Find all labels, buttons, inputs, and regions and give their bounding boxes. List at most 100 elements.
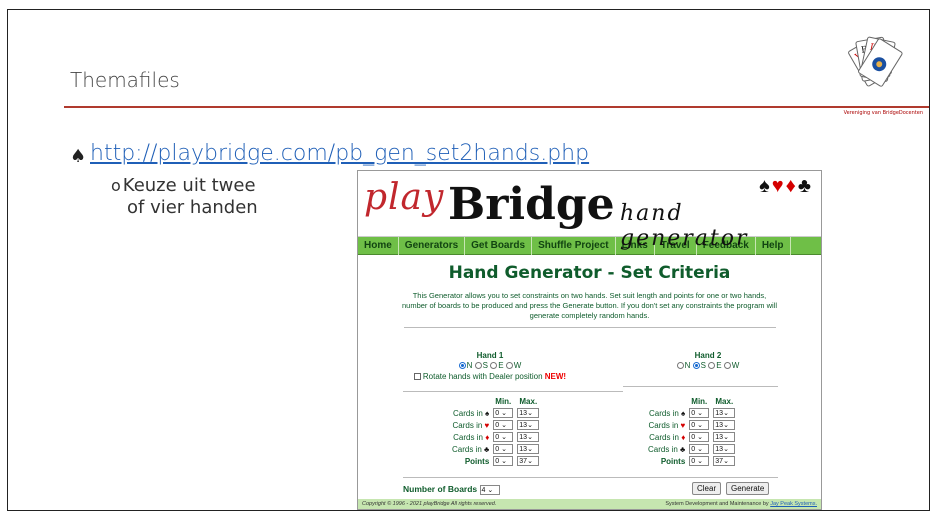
slide: Themafiles V B D Vereniging van BridgeDo… <box>7 9 930 511</box>
rotate-option: Rotate hands with Dealer position NEW! <box>410 372 570 381</box>
select-value: 0 <box>495 458 500 465</box>
hand1-label-s: S <box>482 361 488 370</box>
maintenance-text: System Development and Maintenance by Ja… <box>665 499 817 509</box>
heart-icon: ♥ <box>680 420 686 430</box>
hand2-club-max-select[interactable]: 13⌄ <box>713 444 736 454</box>
hand1-radio-n[interactable] <box>458 362 466 370</box>
select-value: 0 <box>495 410 500 417</box>
hand2-radio-e[interactable] <box>708 362 716 370</box>
hand2-radio-n[interactable] <box>676 362 684 370</box>
select-value: 13 <box>519 422 528 429</box>
playbridge-screenshot: play Bridge hand generator ♠♥♦♣ Home Gen… <box>357 170 822 510</box>
nav-home[interactable]: Home <box>358 236 399 255</box>
generator-intro: This Generator allows you to set constra… <box>402 291 777 320</box>
divider <box>403 327 776 328</box>
min-header: Min. <box>495 396 512 406</box>
heart-icon: ♥ <box>771 175 786 197</box>
hand2-heart-max-select[interactable]: 13⌄ <box>713 420 736 430</box>
clear-button[interactable]: Clear <box>692 482 722 495</box>
select-value: 37 <box>519 458 528 465</box>
hand2-radio-s[interactable] <box>692 362 700 370</box>
select-value: 0 <box>495 446 500 453</box>
hand2-points-max-select[interactable]: 37⌄ <box>713 456 736 466</box>
hand1-label-n: N <box>466 361 473 370</box>
hand1-diamond-min-select[interactable]: 0 ⌄ <box>493 432 514 442</box>
select-value: 4 <box>481 487 486 494</box>
heart-icon: ♥ <box>484 420 490 430</box>
hand2-heart-min-select[interactable]: 0 ⌄ <box>689 420 710 430</box>
boards-select[interactable]: 4 ⌄ <box>479 485 500 495</box>
generator-heading: Hand Generator - Set Criteria <box>448 263 731 283</box>
hand1-radio-s[interactable] <box>474 362 482 370</box>
hand1-club-max-select[interactable]: 13⌄ <box>517 444 540 454</box>
playbridge-header: play Bridge hand generator ♠♥♦♣ <box>358 171 821 251</box>
select-value: 0 <box>495 434 500 441</box>
hand2-label-n: N <box>684 361 691 370</box>
club-icon: ♣ <box>680 444 686 454</box>
boards-label: Number of Boards <box>403 484 478 494</box>
hand2-points-min-select[interactable]: 0 ⌄ <box>689 456 710 466</box>
hand2-label-s: S <box>700 361 706 370</box>
select-value: 0 <box>691 434 696 441</box>
select-value: 13 <box>519 410 528 417</box>
cards-label: Cards in <box>453 432 483 442</box>
select-value: 13 <box>519 434 528 441</box>
nav-get-boards[interactable]: Get Boards <box>465 236 533 255</box>
select-value: 0 <box>691 458 696 465</box>
hand2-radio-w[interactable] <box>723 362 731 370</box>
cards-label: Cards in <box>453 408 483 418</box>
hand1-title: Hand 1 <box>476 351 504 360</box>
spade-bullet-icon: ♠ <box>70 146 87 167</box>
hand2-divider <box>623 386 778 387</box>
hand1-radio-e[interactable] <box>490 362 498 370</box>
nav-shuffle-project[interactable]: Shuffle Project <box>532 236 616 255</box>
hand2-panel: Hand 2 N S E W <box>648 351 768 370</box>
hand2-diamond-min-select[interactable]: 0 ⌄ <box>689 432 710 442</box>
nav-generators[interactable]: Generators <box>399 236 466 255</box>
hand1-heart-max-select[interactable]: 13⌄ <box>517 420 540 430</box>
select-value: 13 <box>715 422 724 429</box>
hand1-criteria: Min. Max. Cards in ♠ 0 ⌄ 13⌄ Cards in ♥ 0 ⌄ 1… <box>450 395 541 467</box>
hand1-club-min-select[interactable]: 0 ⌄ <box>493 444 514 454</box>
bottom-divider <box>403 477 778 478</box>
hand1-radio-w[interactable] <box>505 362 513 370</box>
sub-bullet-line1: Keuze uit twee <box>122 175 256 196</box>
cards-label: Cards in <box>452 444 482 454</box>
select-value: 13 <box>519 446 528 453</box>
diamond-icon: ♦ <box>681 432 686 442</box>
logo-bridge: Bridge <box>448 179 615 230</box>
points-label: Points <box>464 456 490 466</box>
logo-caption: Vereniging van BridgeDocenten <box>843 110 923 116</box>
hand2-criteria: Min. Max. Cards in ♠ 0 ⌄ 13⌄ Cards in ♥ 0 ⌄ 1… <box>646 395 737 467</box>
hand1-spade-max-select[interactable]: 13⌄ <box>517 408 540 418</box>
hand2-radios: N S E W <box>648 361 768 370</box>
club-icon: ♣ <box>797 175 813 197</box>
jay-peak-link[interactable]: Jay Peak Systems. <box>770 501 817 507</box>
max-header: Max. <box>715 396 734 406</box>
hand1-radios: N S E W <box>410 361 570 370</box>
min-header: Min. <box>691 396 708 406</box>
logo-play: play <box>364 177 445 218</box>
hand1-spade-min-select[interactable]: 0 ⌄ <box>493 408 514 418</box>
copyright-text: Copyright © 1996 - 2021 playBridge All r… <box>362 501 497 507</box>
club-icon: ♣ <box>484 444 490 454</box>
hand1-panel: Hand 1 N S E W Rotate hands with Dealer … <box>410 351 570 381</box>
hand2-diamond-max-select[interactable]: 13⌄ <box>713 432 736 442</box>
playbridge-link[interactable]: http://playbridge.com/pb_gen_set2hands.p… <box>90 141 589 166</box>
select-value: 13 <box>715 446 724 453</box>
hand2-spade-max-select[interactable]: 13⌄ <box>713 408 736 418</box>
rotate-checkbox[interactable] <box>413 373 421 381</box>
hand1-points-max-select[interactable]: 37⌄ <box>517 456 540 466</box>
hand2-label-e: E <box>716 361 722 370</box>
sub-bullet-line2: of vier handen <box>127 197 258 218</box>
hand1-label-w: W <box>513 361 522 370</box>
hand1-points-min-select[interactable]: 0 ⌄ <box>493 456 514 466</box>
sub-bullet-marker: o <box>111 176 121 195</box>
hand1-diamond-max-select[interactable]: 13⌄ <box>517 432 540 442</box>
hand1-heart-min-select[interactable]: 0 ⌄ <box>493 420 514 430</box>
footer: Copyright © 1996 - 2021 playBridge All r… <box>358 499 821 509</box>
suits-icons: ♠♥♦♣ <box>759 175 813 198</box>
generate-button[interactable]: Generate <box>726 482 770 495</box>
hand2-club-min-select[interactable]: 0 ⌄ <box>689 444 710 454</box>
hand2-spade-min-select[interactable]: 0 ⌄ <box>689 408 710 418</box>
